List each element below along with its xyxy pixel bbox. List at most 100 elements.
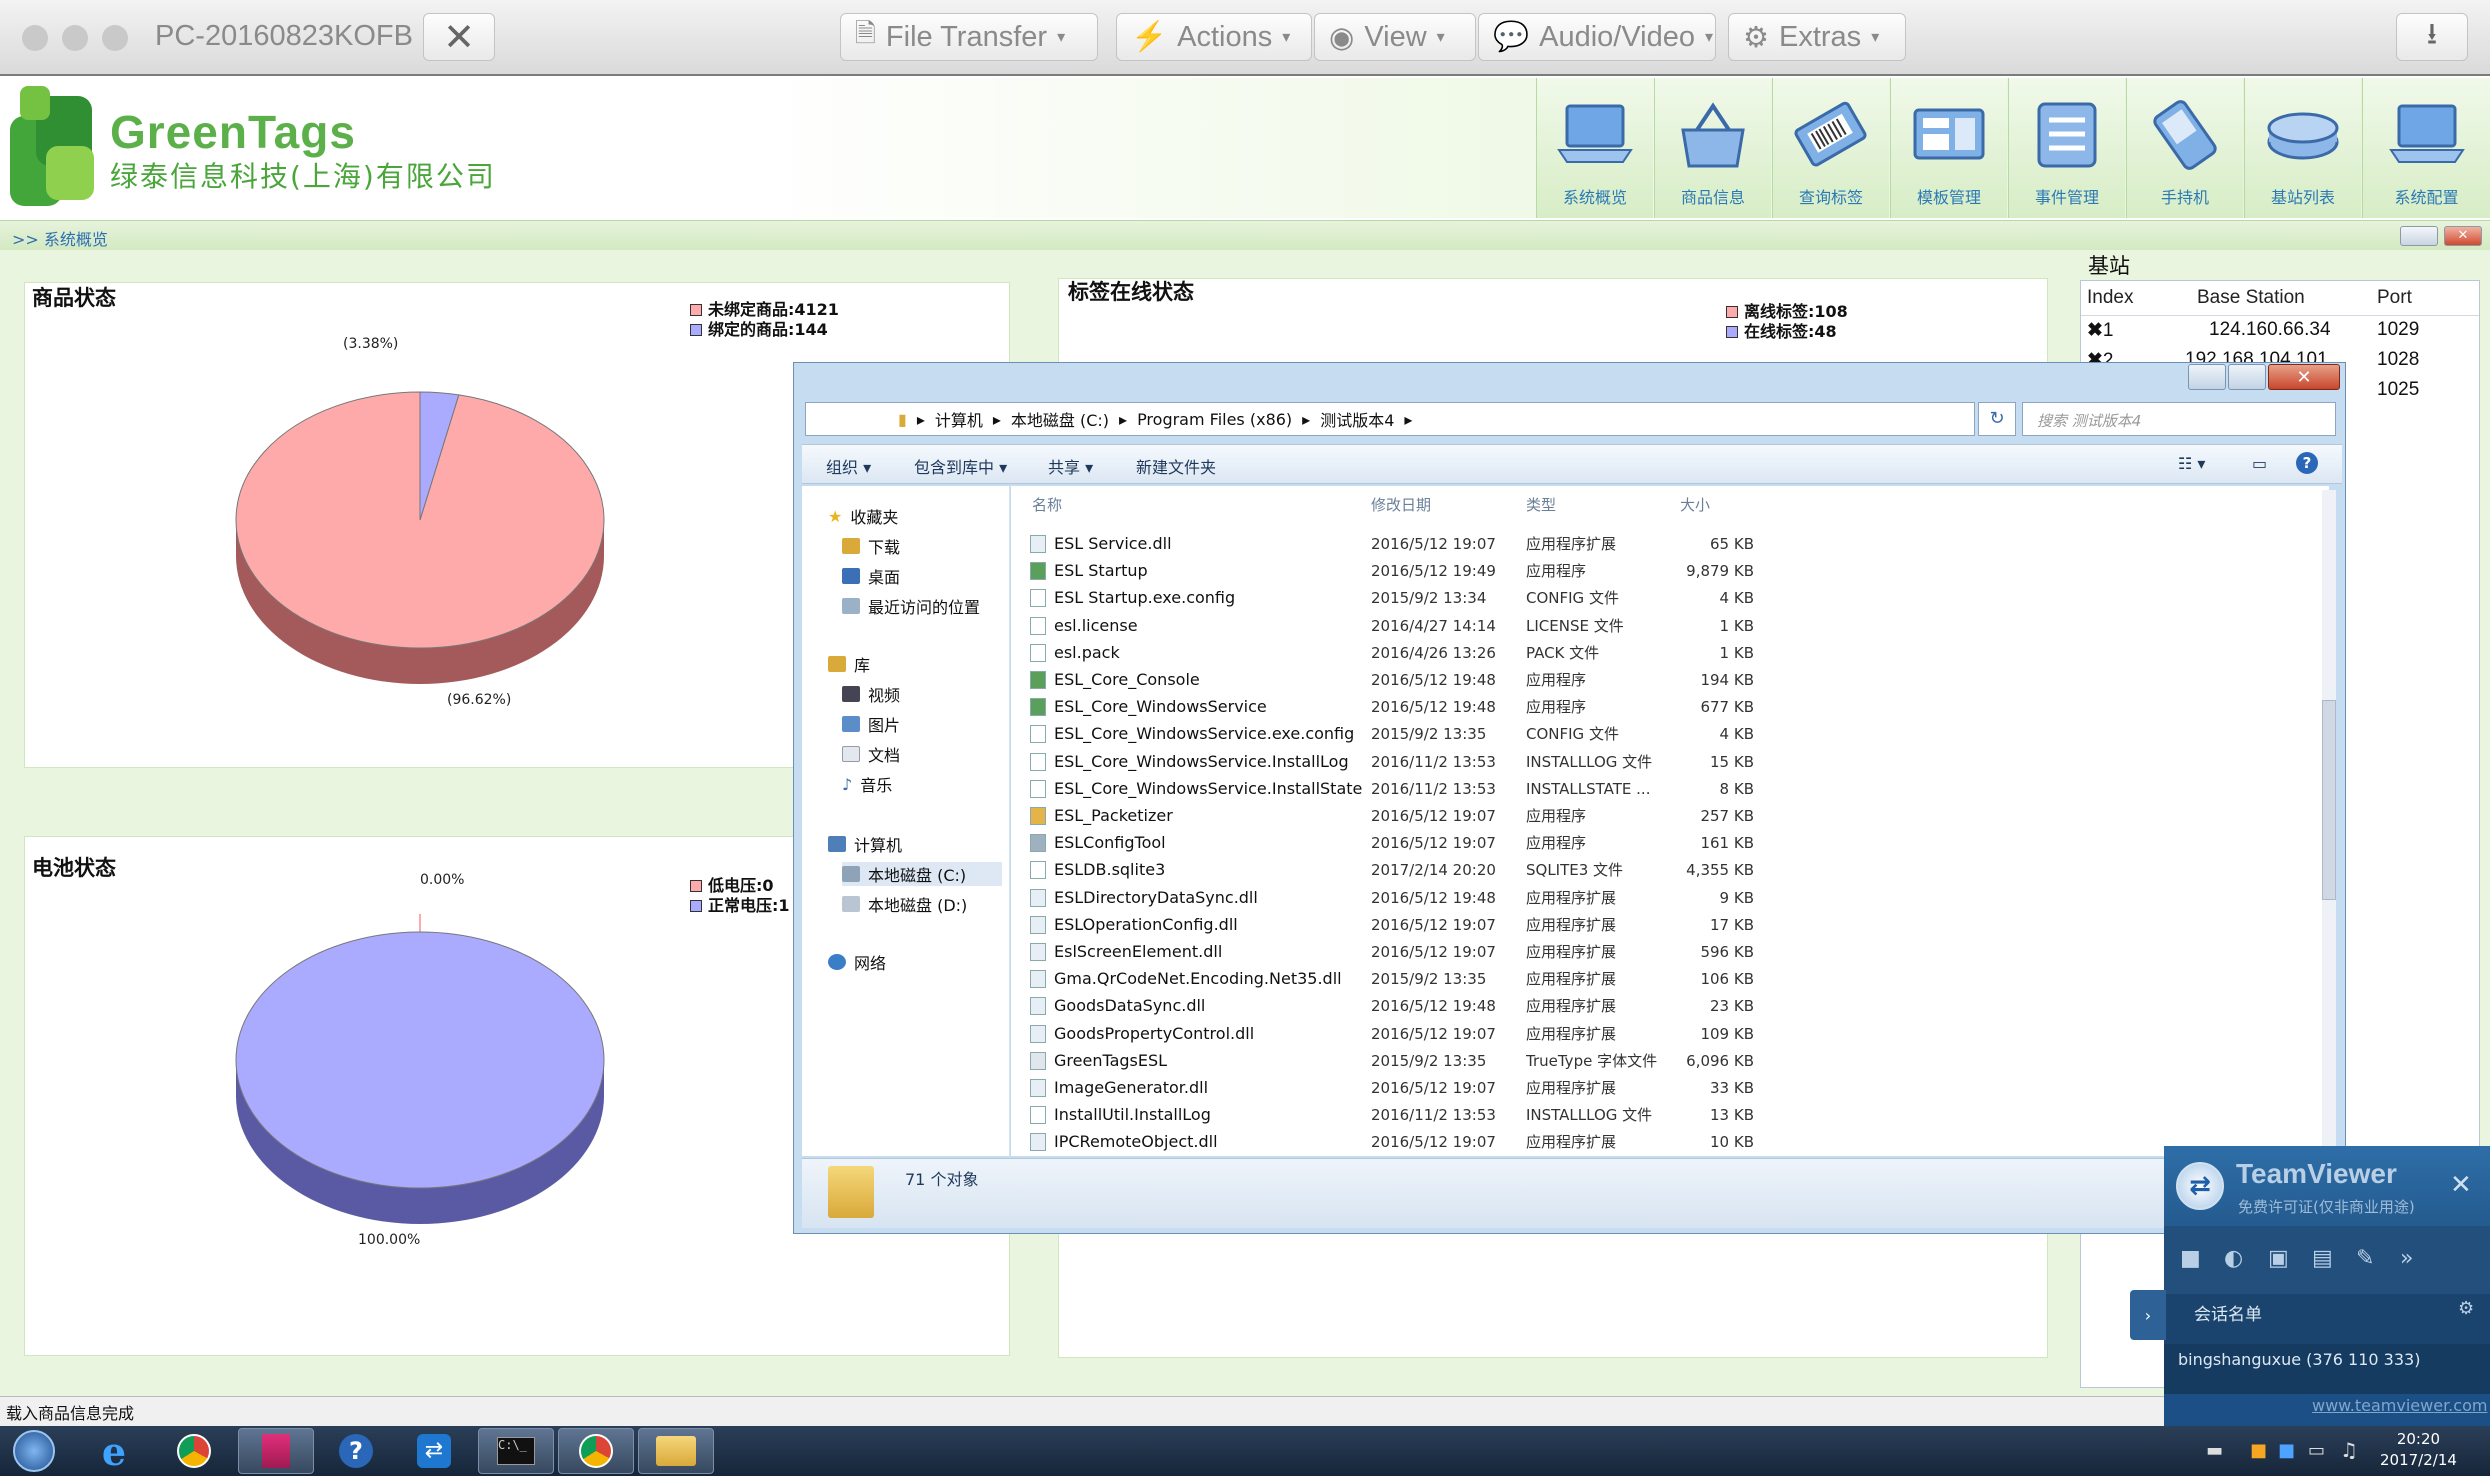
search-input[interactable]: 搜索 测试版本4: [2022, 402, 2336, 436]
help-icon[interactable]: ?: [2296, 452, 2318, 474]
file-row[interactable]: ESL_Core_WindowsService.InstallState 2016…: [1030, 775, 1754, 802]
nav-computer[interactable]: 计算机: [828, 832, 902, 856]
download-button[interactable]: ⭳: [2396, 13, 2468, 61]
col-date[interactable]: 修改日期: [1371, 494, 1431, 515]
tray-network-icon[interactable]: ▭: [2308, 1440, 2325, 1461]
panel-minimize-button[interactable]: [2400, 226, 2438, 246]
file-row[interactable]: ESL_Core_WindowsService 2016/5/12 19:48 应用…: [1030, 693, 1754, 720]
explorer-maximize-button[interactable]: [2228, 364, 2266, 390]
tray-volume-icon[interactable]: ♫: [2340, 1438, 2358, 1462]
new-folder-button[interactable]: 新建文件夹: [1136, 454, 1216, 478]
path-segment[interactable]: 计算机: [935, 407, 983, 431]
taskbar-explorer[interactable]: [638, 1428, 714, 1474]
taskbar-chrome[interactable]: [156, 1428, 232, 1474]
nav-goods-info[interactable]: 商品信息: [1654, 78, 1771, 218]
nav-recent[interactable]: 最近访问的位置: [842, 594, 980, 618]
file-row[interactable]: ESL_Core_Console 2016/5/12 19:48 应用程序 194 K…: [1030, 666, 1754, 693]
teamviewer-close-button[interactable]: ✕: [2450, 1170, 2472, 1200]
file-row[interactable]: ESLConfigTool 2016/5/12 19:07 应用程序 161 KB: [1030, 829, 1754, 856]
start-button[interactable]: [2, 1428, 66, 1474]
more-icon[interactable]: »: [2400, 1246, 2413, 1271]
file-row[interactable]: ImageGenerator.dll 2016/5/12 19:07 应用程序扩展 3…: [1030, 1074, 1754, 1101]
teamviewer-link[interactable]: www.teamviewer.com: [2312, 1396, 2487, 1415]
tray-app-icon[interactable]: ■: [2250, 1440, 2267, 1461]
nav-system-config[interactable]: 系统配置: [2362, 78, 2490, 218]
nav-videos[interactable]: 视频: [842, 682, 900, 706]
nav-template-manage[interactable]: 模板管理: [1890, 78, 2007, 218]
file-row[interactable]: EslScreenElement.dll 2016/5/12 19:07 应用程序扩…: [1030, 938, 1754, 965]
col-port[interactable]: Port: [2377, 287, 2412, 309]
nav-favorites[interactable]: ★ 收藏夹: [828, 504, 898, 528]
address-bar[interactable]: ▮ ▸ 计算机 ▸ 本地磁盘 (C:) ▸ Program Files (x86) ▸…: [805, 402, 1975, 436]
panel-close-button[interactable]: ✕: [2444, 226, 2482, 246]
nav-libraries[interactable]: 库: [828, 652, 870, 676]
col-name[interactable]: 名称: [1032, 494, 1062, 515]
view-options-button[interactable]: ☷ ▾: [2178, 454, 2205, 473]
table-row[interactable]: ✖1: [2087, 319, 2114, 342]
file-row[interactable]: ESL Service.dll 2016/5/12 19:07 应用程序扩展 65 K…: [1030, 530, 1754, 557]
file-row[interactable]: GreenTagsESL 2015/9/2 13:35 TrueType 字体文件 6…: [1030, 1047, 1754, 1074]
tray-flag-icon[interactable]: ▬: [2206, 1440, 2223, 1461]
file-row[interactable]: InstallUtil.InstallLog 2016/11/2 13:53 INS…: [1030, 1101, 1754, 1128]
file-row[interactable]: GoodsDataSync.dll 2016/5/12 19:48 应用程序扩展 23…: [1030, 992, 1754, 1019]
file-row[interactable]: ESLDirectoryDataSync.dll 2016/5/12 19:48 应…: [1030, 884, 1754, 911]
file-row[interactable]: ESL_Core_WindowsService.InstallLog 2016/1…: [1030, 748, 1754, 775]
nav-event-manage[interactable]: 事件管理: [2008, 78, 2125, 218]
pen-icon[interactable]: ✎: [2356, 1246, 2374, 1271]
scrollbar-thumb[interactable]: [2322, 700, 2336, 900]
view-menu[interactable]: ◉ View ▾: [1314, 13, 1476, 61]
taskbar-console[interactable]: C:\_: [478, 1428, 554, 1474]
file-row[interactable]: ESLOperationConfig.dll 2016/5/12 19:07 应用程…: [1030, 911, 1754, 938]
col-index[interactable]: Index: [2087, 287, 2133, 309]
nav-drive-d[interactable]: 本地磁盘 (D:): [842, 892, 967, 916]
tray-tv-icon[interactable]: ■: [2278, 1440, 2295, 1461]
file-row[interactable]: ESL Startup 2016/5/12 19:49 应用程序 9,879 KB: [1030, 557, 1754, 584]
files-icon[interactable]: ▤: [2312, 1246, 2333, 1271]
file-transfer-menu[interactable]: 🗎 File Transfer ▾: [840, 13, 1098, 61]
path-segment[interactable]: 本地磁盘 (C:): [1011, 407, 1109, 431]
file-row[interactable]: IPCRemoteObject.dll 2016/5/12 19:07 应用程序扩展…: [1030, 1128, 1754, 1155]
window-close-dot[interactable]: [22, 25, 48, 51]
taskbar-teamviewer[interactable]: ⇄: [396, 1428, 472, 1474]
taskbar-help[interactable]: ?: [318, 1428, 394, 1474]
video-icon[interactable]: ■: [2180, 1246, 2201, 1271]
file-row[interactable]: ESL Startup.exe.config 2015/9/2 13:34 CONF…: [1030, 584, 1754, 611]
taskbar-clock[interactable]: 20:20 2017/2/14: [2380, 1429, 2457, 1471]
file-row[interactable]: Gma.QrCodeNet.Encoding.Net35.dll 2015/9/2…: [1030, 965, 1754, 992]
nav-pictures[interactable]: 图片: [842, 712, 900, 736]
col-type[interactable]: 类型: [1526, 494, 1556, 515]
close-session-button[interactable]: ✕: [423, 13, 495, 61]
file-row[interactable]: ESL_Core_WindowsService.exe.config 2015/9…: [1030, 720, 1754, 747]
nav-handheld[interactable]: 手持机: [2126, 78, 2243, 218]
file-row[interactable]: esl.license 2016/4/27 14:14 LICENSE 文件 1 KB: [1030, 612, 1754, 639]
preview-pane-button[interactable]: ▭: [2252, 454, 2267, 473]
col-base-station[interactable]: Base Station: [2197, 287, 2305, 309]
nav-desktop[interactable]: 桌面: [842, 564, 900, 588]
explorer-minimize-button[interactable]: [2188, 364, 2226, 390]
nav-music[interactable]: ♪ 音乐: [842, 772, 892, 796]
path-segment[interactable]: 测试版本4: [1320, 407, 1394, 431]
nav-system-overview[interactable]: 系统概览: [1536, 78, 1653, 218]
organize-button[interactable]: 组织 ▾: [826, 454, 871, 478]
col-size[interactable]: 大小: [1680, 494, 1710, 515]
nav-documents[interactable]: 文档: [842, 742, 900, 766]
share-button[interactable]: 共享 ▾: [1048, 454, 1093, 478]
teamviewer-panel-toggle[interactable]: ›: [2130, 1290, 2166, 1340]
nav-drive-c[interactable]: 本地磁盘 (C:): [842, 862, 1002, 886]
nav-network[interactable]: 网络: [828, 950, 886, 974]
file-row[interactable]: ESLDB.sqlite3 2017/2/14 20:20 SQLITE3 文件 4,…: [1030, 856, 1754, 883]
breadcrumb[interactable]: >> 系统概览: [12, 226, 108, 250]
audio-video-menu[interactable]: 💬 Audio/Video ▾: [1478, 13, 1716, 61]
nav-downloads[interactable]: 下载: [842, 534, 900, 558]
nav-query-tags[interactable]: 查询标签: [1772, 78, 1889, 218]
refresh-button[interactable]: ↻: [1978, 402, 2016, 436]
path-segment[interactable]: Program Files (x86): [1137, 410, 1292, 429]
file-row[interactable]: esl.pack 2016/4/26 13:26 PACK 文件 1 KB: [1030, 639, 1754, 666]
taskbar-app[interactable]: [238, 1428, 314, 1474]
gear-icon[interactable]: ⚙: [2458, 1298, 2474, 1319]
nav-base-station-list[interactable]: 基站列表: [2244, 78, 2361, 218]
window-zoom-dot[interactable]: [102, 25, 128, 51]
headset-icon[interactable]: ◐: [2224, 1246, 2243, 1271]
file-row[interactable]: GoodsPropertyControl.dll 2016/5/12 19:07 应…: [1030, 1020, 1754, 1047]
window-minimize-dot[interactable]: [62, 25, 88, 51]
